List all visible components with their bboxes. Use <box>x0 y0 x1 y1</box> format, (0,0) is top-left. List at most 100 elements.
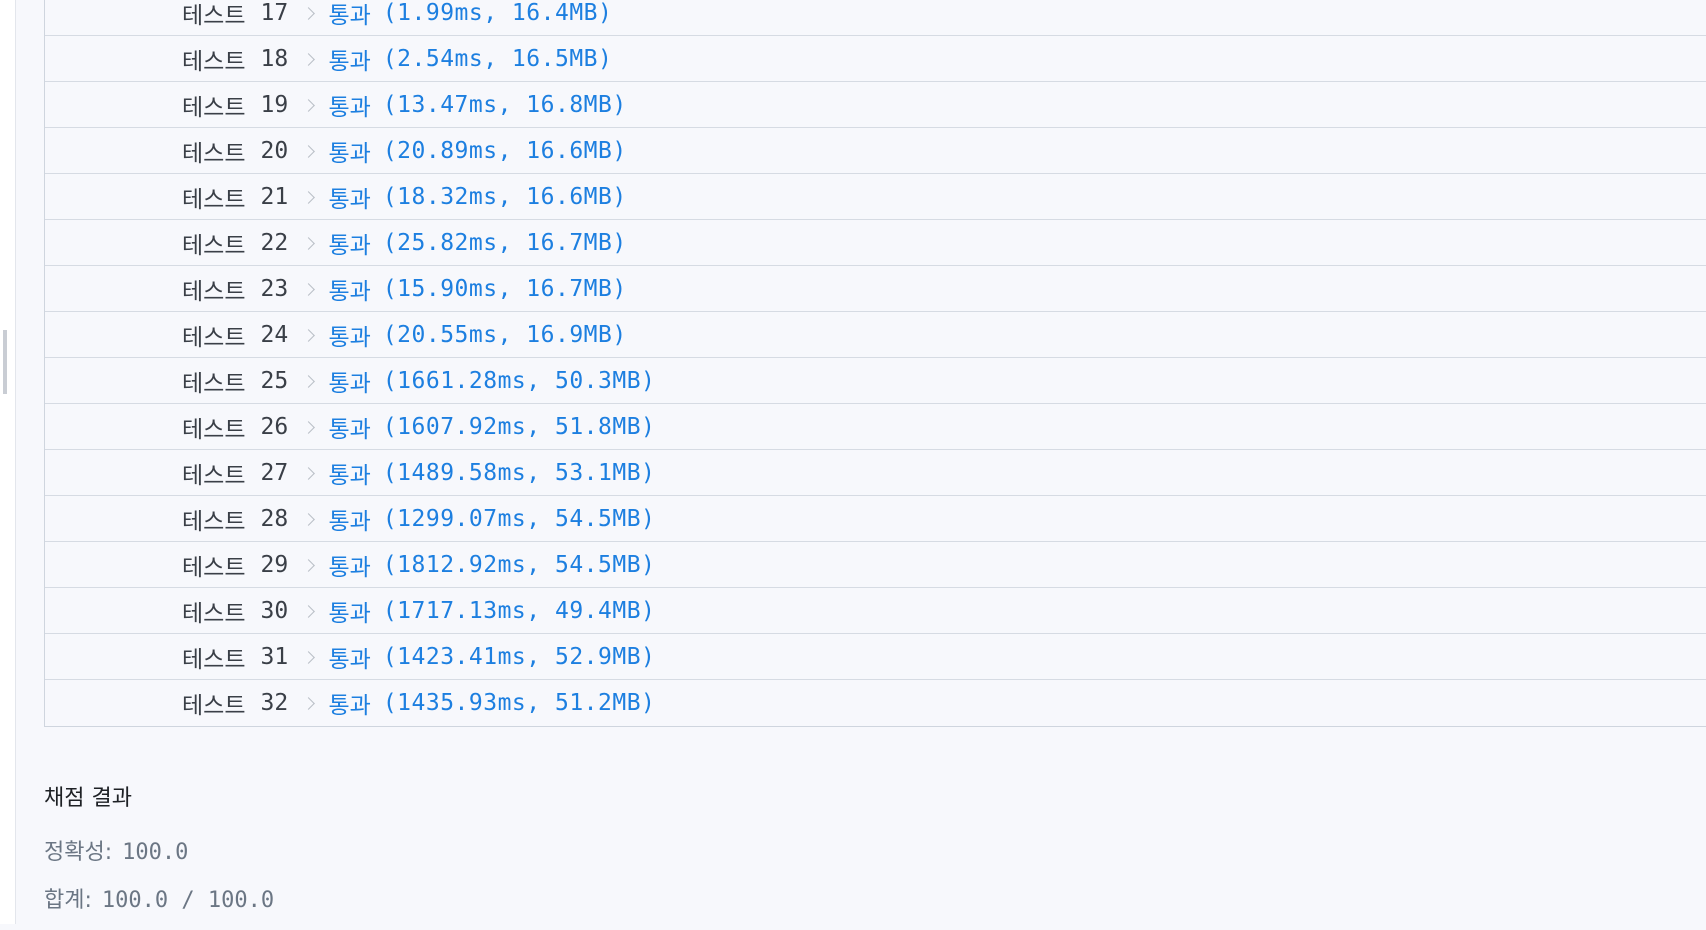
test-status: 통과 <box>328 2 371 29</box>
test-label: 테스트 <box>182 48 246 75</box>
test-status: 통과 <box>328 278 371 305</box>
test-status: 통과 <box>328 94 371 121</box>
total-line: 합계: 100.0 / 100.0 <box>44 882 274 914</box>
test-label: 테스트 <box>182 416 246 443</box>
test-row: 테스트 32 통과 (1435.93ms, 51.2MB) <box>45 680 1706 726</box>
test-label: 테스트 <box>182 2 246 29</box>
test-row: 테스트 18 통과 (2.54ms, 16.5MB) <box>45 36 1706 82</box>
chevron-right-icon <box>304 191 316 203</box>
test-status: 통과 <box>328 508 371 535</box>
chevron-right-icon <box>304 697 316 709</box>
test-metrics: (20.89ms, 16.6MB) <box>382 137 627 164</box>
test-metrics: (1489.58ms, 53.1MB) <box>382 459 656 486</box>
test-label: 테스트 <box>182 324 246 351</box>
chevron-right-icon <box>304 237 316 249</box>
test-label: 테스트 <box>182 370 246 397</box>
test-row: 테스트 29 통과 (1812.92ms, 54.5MB) <box>45 542 1706 588</box>
test-number: 29 <box>260 551 289 578</box>
test-status: 통과 <box>328 232 371 259</box>
chevron-right-icon <box>304 375 316 387</box>
accuracy-line: 정확성: 100.0 <box>44 834 274 866</box>
chevron-right-icon <box>304 651 316 663</box>
test-number: 23 <box>260 275 289 302</box>
test-metrics: (1299.07ms, 54.5MB) <box>382 505 656 532</box>
test-number: 31 <box>260 643 289 670</box>
left-side-rail <box>0 0 16 924</box>
test-metrics: (1661.28ms, 50.3MB) <box>382 367 656 394</box>
test-status: 통과 <box>328 600 371 627</box>
test-row: 테스트 27 통과 (1489.58ms, 53.1MB) <box>45 450 1706 496</box>
test-metrics: (13.47ms, 16.8MB) <box>382 91 627 118</box>
test-row: 테스트 17 통과 (1.99ms, 16.4MB) <box>45 0 1706 36</box>
test-status: 통과 <box>328 462 371 489</box>
test-status: 통과 <box>328 186 371 213</box>
test-metrics: (20.55ms, 16.9MB) <box>382 321 627 348</box>
chevron-right-icon <box>304 145 316 157</box>
chevron-right-icon <box>304 7 316 19</box>
test-row: 테스트 20 통과 (20.89ms, 16.6MB) <box>45 128 1706 174</box>
chevron-right-icon <box>304 99 316 111</box>
test-row: 테스트 23 통과 (15.90ms, 16.7MB) <box>45 266 1706 312</box>
test-metrics: (1607.92ms, 51.8MB) <box>382 413 656 440</box>
test-row: 테스트 25 통과 (1661.28ms, 50.3MB) <box>45 358 1706 404</box>
test-row: 테스트 22 통과 (25.82ms, 16.7MB) <box>45 220 1706 266</box>
test-results-panel: 테스트 17 통과 (1.99ms, 16.4MB) 테스트 18 통과 (2.54ms, 1… <box>44 0 1706 727</box>
test-number: 22 <box>260 229 289 256</box>
test-label: 테스트 <box>182 600 246 627</box>
test-number: 17 <box>260 0 289 26</box>
test-status: 통과 <box>328 370 371 397</box>
test-number: 32 <box>260 690 289 716</box>
grading-title: 채점 결과 <box>44 786 132 811</box>
total-value: 100.0 / 100.0 <box>101 888 275 913</box>
test-number: 18 <box>260 45 289 72</box>
test-label: 테스트 <box>182 94 246 121</box>
test-label: 테스트 <box>182 186 246 213</box>
test-status: 통과 <box>328 324 371 351</box>
test-number: 19 <box>260 91 289 118</box>
accuracy-label: 정확성: <box>44 840 113 865</box>
test-row: 테스트 30 통과 (1717.13ms, 49.4MB) <box>45 588 1706 634</box>
test-label: 테스트 <box>182 693 246 719</box>
test-row: 테스트 31 통과 (1423.41ms, 52.9MB) <box>45 634 1706 680</box>
test-metrics: (2.54ms, 16.5MB) <box>382 45 613 72</box>
test-label: 테스트 <box>182 462 246 489</box>
test-row: 테스트 21 통과 (18.32ms, 16.6MB) <box>45 174 1706 220</box>
chevron-right-icon <box>304 559 316 571</box>
test-metrics: (15.90ms, 16.7MB) <box>382 275 627 302</box>
test-label: 테스트 <box>182 508 246 535</box>
test-number: 26 <box>260 413 289 440</box>
test-metrics: (1812.92ms, 54.5MB) <box>382 551 656 578</box>
test-row: 테스트 24 통과 (20.55ms, 16.9MB) <box>45 312 1706 358</box>
test-metrics: (1717.13ms, 49.4MB) <box>382 597 656 624</box>
test-status: 통과 <box>328 416 371 443</box>
test-status: 통과 <box>328 646 371 673</box>
test-status: 통과 <box>328 693 371 719</box>
test-metrics: (1423.41ms, 52.9MB) <box>382 643 656 670</box>
test-label: 테스트 <box>182 278 246 305</box>
total-label: 합계: <box>44 888 92 913</box>
chevron-right-icon <box>304 283 316 295</box>
test-number: 30 <box>260 597 289 624</box>
grading-result-section: 채점 결과 정확성: 100.0 합계: 100.0 / 100.0 <box>44 780 274 930</box>
accuracy-value: 100.0 <box>122 840 189 865</box>
test-status: 통과 <box>328 140 371 167</box>
chevron-right-icon <box>304 605 316 617</box>
test-number: 25 <box>260 367 289 394</box>
test-metrics: (25.82ms, 16.7MB) <box>382 229 627 256</box>
test-metrics: (1435.93ms, 51.2MB) <box>382 690 656 716</box>
test-label: 테스트 <box>182 646 246 673</box>
chevron-right-icon <box>304 421 316 433</box>
test-row: 테스트 26 통과 (1607.92ms, 51.8MB) <box>45 404 1706 450</box>
chevron-right-icon <box>304 329 316 341</box>
test-label: 테스트 <box>182 554 246 581</box>
test-number: 24 <box>260 321 289 348</box>
test-number: 27 <box>260 459 289 486</box>
chevron-right-icon <box>304 513 316 525</box>
test-number: 21 <box>260 183 289 210</box>
test-status: 통과 <box>328 554 371 581</box>
resize-handle-icon[interactable] <box>3 330 7 394</box>
test-number: 28 <box>260 505 289 532</box>
chevron-right-icon <box>304 53 316 65</box>
test-label: 테스트 <box>182 140 246 167</box>
test-metrics: (18.32ms, 16.6MB) <box>382 183 627 210</box>
